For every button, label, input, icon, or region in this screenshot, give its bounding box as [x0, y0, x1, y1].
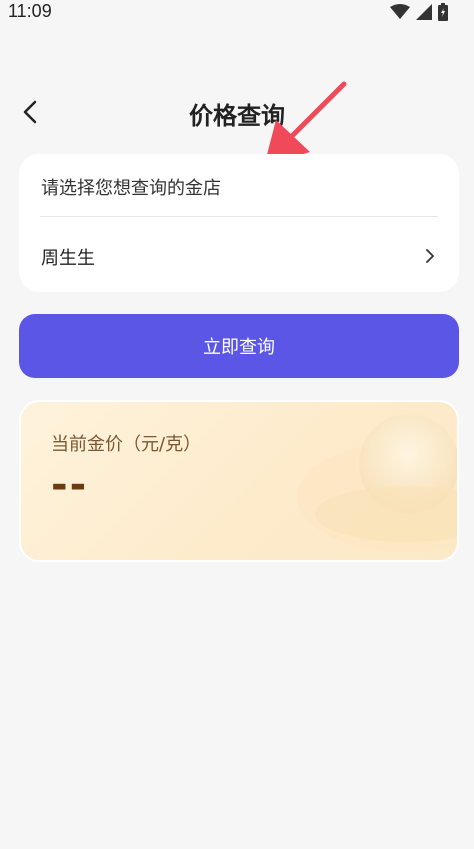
price-value: -- — [51, 462, 89, 508]
status-time: 11:09 — [8, 1, 52, 21]
store-selector-card: 请选择您想查询的金店 周生生 — [19, 154, 459, 292]
battery-icon — [438, 3, 448, 21]
chevron-right-icon — [426, 249, 434, 263]
nav-bar: 价格查询 — [0, 88, 474, 136]
signal-icon — [416, 4, 432, 20]
wifi-icon — [390, 4, 410, 19]
selected-store: 周生生 — [41, 248, 95, 269]
gold-ingot-icon — [297, 414, 457, 552]
page-title: 价格查询 — [189, 102, 285, 130]
status-icons — [390, 2, 448, 22]
gold-price-card: 当前金价（元/克） -- — [19, 400, 459, 562]
query-now-button[interactable]: 立即查询 — [19, 314, 459, 378]
status-bar: 11:09 — [0, 0, 474, 26]
store-select-row[interactable]: 周生生 — [19, 217, 459, 292]
store-hint: 请选择您想查询的金店 — [41, 178, 221, 199]
price-label: 当前金价（元/克） — [51, 434, 202, 455]
